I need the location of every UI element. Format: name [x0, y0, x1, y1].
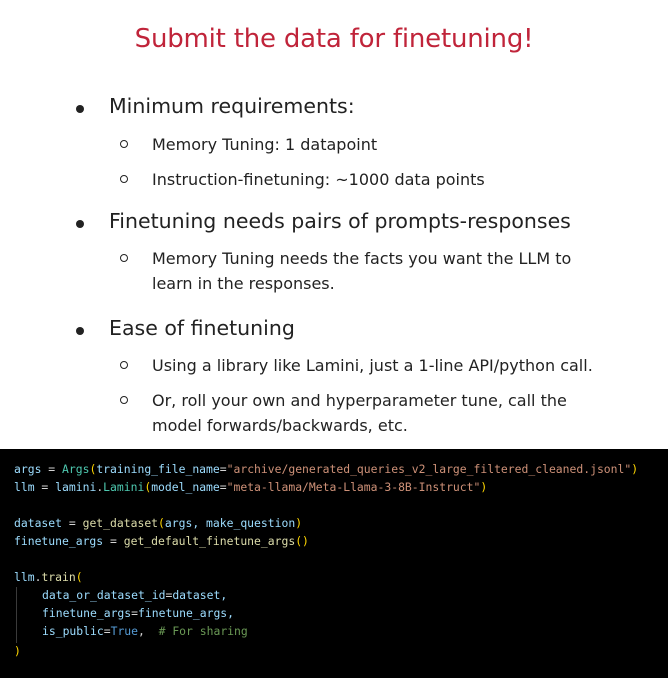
sub-bullet-text: Using a library like Lamini, just a 1-li…: [152, 356, 593, 375]
slide-title: Submit the data for finetuning!: [134, 24, 534, 54]
sub-bullet-circle: [120, 361, 128, 369]
code-line: is_public=True, # For sharing: [42, 624, 248, 638]
sub-bullet-text: Instruction-finetuning: ~1000 data point…: [152, 170, 485, 189]
sub-bullet-circle: [120, 396, 128, 404]
slide: Submit the data for finetuning! Minimum …: [0, 0, 668, 449]
code-block[interactable]: args = Args(training_file_name="archive/…: [0, 449, 668, 678]
sub-bullet-circle: [120, 254, 128, 262]
code-line: llm = lamini.Lamini(model_name="meta-lla…: [14, 480, 488, 494]
sub-bullet-circle: [120, 175, 128, 183]
code-line: args = Args(training_file_name="archive/…: [14, 462, 639, 476]
bullet-dot: [76, 220, 84, 228]
code-line: finetune_args=finetune_args,: [42, 606, 235, 620]
bullet-text: Minimum requirements:: [109, 94, 355, 118]
sub-bullet-text: Memory Tuning needs the facts you want t…: [152, 249, 572, 293]
bullet-text: Finetuning needs pairs of prompts-respon…: [109, 209, 571, 233]
code-line: dataset = get_dataset(args, make_questio…: [14, 516, 303, 530]
sub-bullet-text: Memory Tuning: 1 datapoint: [152, 135, 378, 154]
sub-bullet-circle: [120, 140, 128, 148]
code-line: finetune_args = get_default_finetune_arg…: [14, 534, 309, 548]
bullet-text: Ease of finetuning: [109, 316, 295, 340]
indent-guide: [16, 587, 17, 643]
sub-bullet-text: Or, roll your own and hyperparameter tun…: [152, 391, 567, 435]
code-line: data_or_dataset_id=dataset,: [42, 588, 228, 602]
bullet-dot: [76, 327, 84, 335]
code-line: ): [14, 644, 21, 658]
code-line: llm.train(: [14, 570, 83, 584]
bullet-dot: [76, 105, 84, 113]
